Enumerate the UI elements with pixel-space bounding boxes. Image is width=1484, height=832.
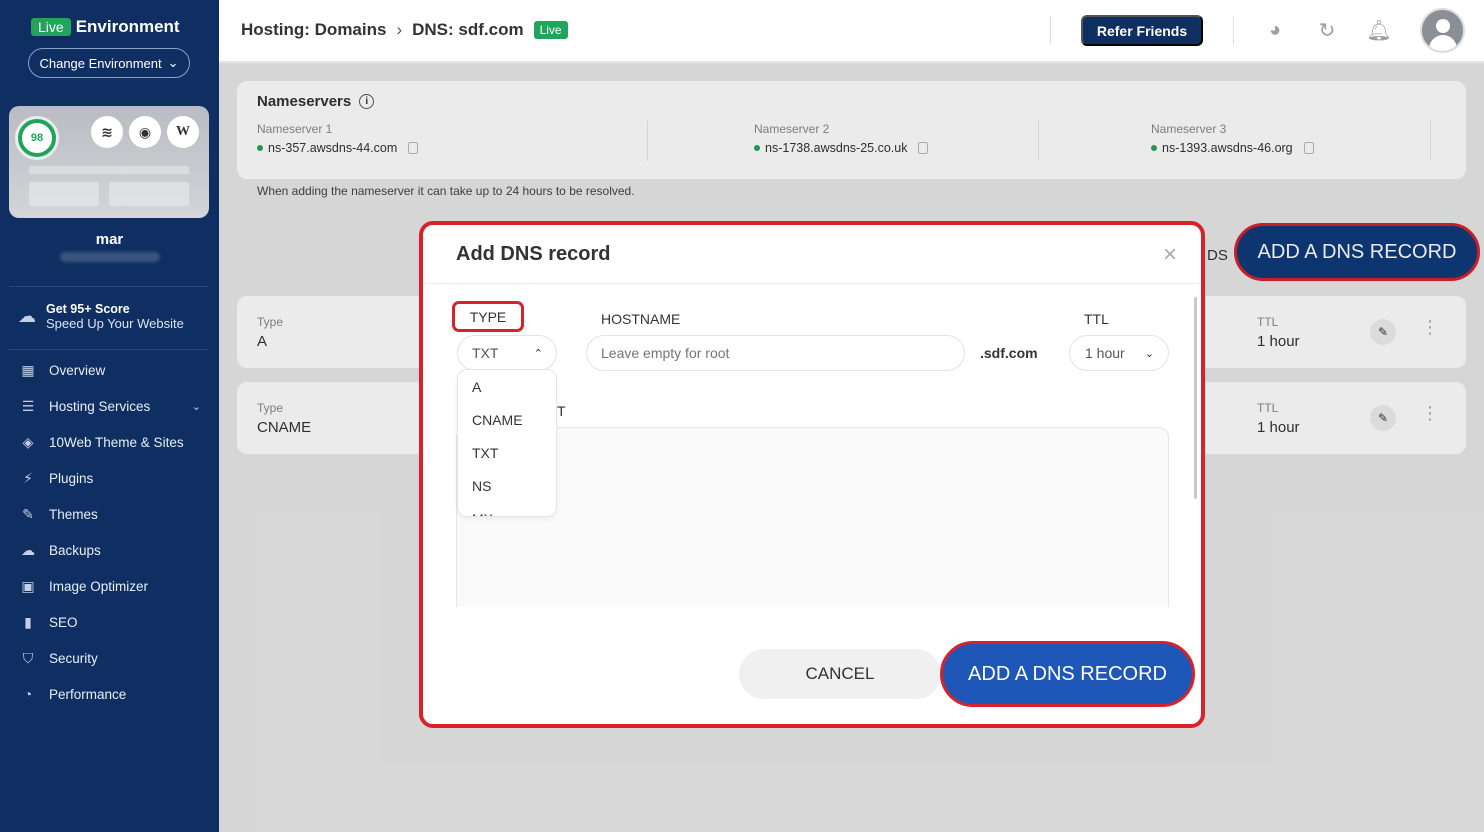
plug-icon: ⚡ [23,469,33,486]
grid-icon: ▦ [21,361,35,378]
eye-icon[interactable]: ◉ [129,116,161,148]
promo-title: Get 95+ Score [46,302,130,316]
bell-icon[interactable]: 🔔︎ [1366,18,1391,42]
shield-icon: ⛉ [22,649,34,666]
modal-scrollbar[interactable] [1194,297,1197,499]
type-dropdown-menu: A CNAME TXT NS MX [457,369,557,517]
refresh-icon[interactable]: ↻ [1315,18,1339,42]
type-select[interactable]: TXT ⌃ [457,335,557,371]
site-preview-card[interactable]: 98 ≋ ◉ W [9,106,209,218]
user-name: mar [95,231,124,248]
ttl-field-label: TTL [1084,311,1109,327]
change-environment-button[interactable]: Change Environment ⌄ [28,48,190,78]
promo-subtitle: Speed Up Your Website [46,316,184,331]
modal-title: Add DNS record [456,243,611,265]
sidebar-item-label: Overview [49,362,106,378]
performance-score-badge[interactable]: 98 [18,119,56,157]
cancel-button[interactable]: CANCEL [739,649,941,699]
cloud-speed-icon: ☁ [18,306,36,326]
sidebar-item-label: Hosting Services [49,398,151,414]
sidebar-item-label: Plugins [49,470,94,486]
sidebar-item-image-optimizer[interactable]: ▣ Image Optimizer [0,568,219,604]
type-select-value: TXT [472,345,499,361]
domain-suffix: .sdf.com [980,345,1038,361]
wordpress-icon[interactable]: W [167,116,199,148]
close-icon[interactable]: × [1163,241,1177,269]
divider [9,349,209,350]
layers-icon[interactable]: ≋ [91,116,123,148]
bar-chart-icon: ▮ [24,613,32,630]
sidebar-item-performance[interactable]: ◔ Performance [0,676,219,712]
sidebar-item-label: Image Optimizer [49,578,149,594]
type-option-mx[interactable]: MX [458,502,556,517]
avatar[interactable] [1420,8,1465,53]
chevron-down-icon: ⌄ [167,55,179,70]
change-environment-label: Change Environment [39,55,162,71]
submit-dns-record-button[interactable]: ADD A DNS RECORD [940,641,1195,707]
sidebar-item-themes[interactable]: ✎ Themes [0,496,219,532]
environment-header: Live Environment [31,17,180,37]
gauge-icon: ◔ [23,686,33,702]
score-value: 98 [30,132,44,144]
ttl-select[interactable]: 1 hour ⌄ [1069,335,1169,371]
sidebar-item-label: Themes [49,506,98,522]
user-domain-blurred [60,252,160,262]
chevron-down-icon: ⌄ [191,400,201,413]
sidebar-item-label: Security [49,650,98,666]
image-icon: ▣ [21,577,35,594]
type-option-a[interactable]: A [458,370,556,403]
divider [423,283,1201,284]
pie-chart-icon[interactable]: ◕ [1263,18,1287,42]
chevron-up-icon: ⌃ [533,347,543,360]
hostname-field-label: HOSTNAME [601,311,681,327]
env-live-badge: Live [31,18,71,36]
cloud-icon: ☁ [21,541,35,558]
env-title: Environment [75,17,180,36]
sidebar-item-10web-theme-sites[interactable]: ◈ 10Web Theme & Sites [0,424,219,460]
sidebar-item-backups[interactable]: ☁ Backups [0,532,219,568]
type-field-label: TYPE [452,301,524,332]
server-icon: ☰ [21,397,35,414]
breadcrumb-separator: › [396,20,403,39]
layers-icon: ◈ [22,433,34,450]
brush-icon: ✎ [22,505,34,522]
sidebar-nav: ▦ Overview ☰ Hosting Services ⌄ ◈ 10Web Them… [0,352,219,712]
top-header: Hosting: Domains › DNS: sdf.com Live Ref… [219,0,1484,62]
add-dns-record-modal: Add DNS record × TYPE HOSTNAME TTL TXT ⌃… [419,221,1205,728]
speed-promo[interactable]: ☁ Get 95+ Score Speed Up Your Website [18,302,184,331]
divider [1233,16,1234,44]
type-option-txt[interactable]: TXT [458,436,556,469]
live-badge: Live [533,21,568,39]
breadcrumb: Hosting: Domains › DNS: sdf.com Live [241,20,568,40]
sidebar-item-label: Performance [49,686,127,702]
ttl-select-value: 1 hour [1085,345,1125,361]
breadcrumb-hosting-domains[interactable]: Hosting: Domains [241,20,386,40]
sidebar-item-security[interactable]: ⛉ Security [0,640,219,676]
sidebar: Live Environment Change Environment ⌄ 98… [0,0,219,832]
refer-friends-button[interactable]: Refer Friends [1081,15,1203,46]
sidebar-item-label: SEO [49,614,78,630]
sidebar-item-seo[interactable]: ▮ SEO [0,604,219,640]
hostname-input[interactable] [586,335,965,371]
type-option-ns[interactable]: NS [458,469,556,502]
breadcrumb-dns: DNS: sdf.com [412,20,524,39]
divider [1050,16,1051,44]
sidebar-item-hosting-services[interactable]: ☰ Hosting Services ⌄ [0,388,219,424]
type-option-cname[interactable]: CNAME [458,403,556,436]
sidebar-item-label: Backups [49,542,101,558]
sidebar-item-plugins[interactable]: ⚡ Plugins [0,460,219,496]
divider [9,286,209,287]
chevron-down-icon: ⌄ [1144,347,1154,360]
text-field-label: T [557,403,566,419]
sidebar-item-overview[interactable]: ▦ Overview [0,352,219,388]
sidebar-item-label: 10Web Theme & Sites [49,434,184,450]
text-value-textarea[interactable] [456,427,1169,607]
